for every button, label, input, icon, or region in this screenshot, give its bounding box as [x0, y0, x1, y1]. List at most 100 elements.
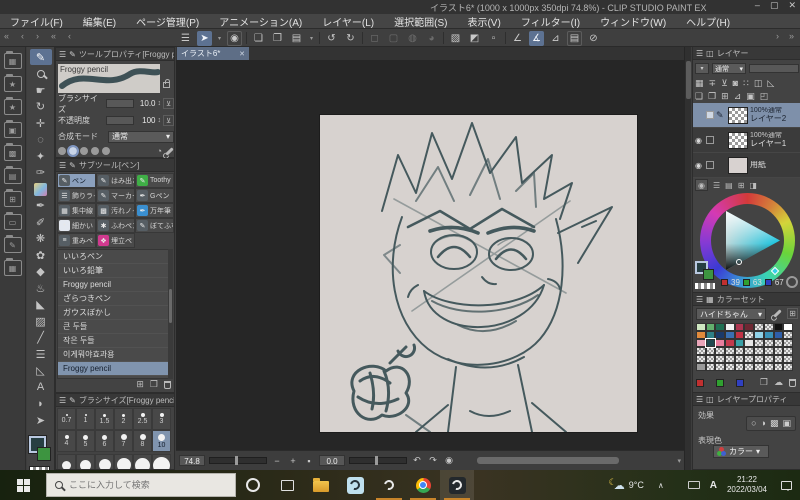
brush-tip-swatch[interactable] [102, 147, 110, 155]
delete-swatch-icon[interactable] [789, 378, 796, 387]
brush-size-cell[interactable]: 6 [95, 430, 114, 452]
color-set-tab[interactable]: カラーセット [717, 294, 765, 305]
vertical-scrollbar[interactable] [684, 47, 691, 470]
toolbar-icon[interactable] [443, 32, 444, 44]
brush-size-cell[interactable] [76, 454, 95, 469]
transparent-color-swatch[interactable] [695, 283, 715, 289]
color-swatch[interactable] [744, 339, 755, 347]
tool-icon[interactable]: ◺ [30, 363, 52, 379]
toolbar-icon[interactable]: ◍ [405, 31, 420, 46]
color-swatch[interactable] [696, 363, 706, 371]
sub-tool-tile[interactable]: ▩ 汚れノイ [96, 203, 135, 218]
start-button[interactable] [0, 470, 46, 500]
sub-tool-list-item[interactable]: いいろ鉛筆 [58, 264, 168, 278]
color-swatch[interactable] [773, 323, 784, 331]
menu-item[interactable]: レイヤー(L) [312, 14, 384, 29]
close-button[interactable]: ✕ [788, 0, 796, 11]
brush-size-cell[interactable]: 4 [57, 430, 76, 452]
tool-icon[interactable]: ✿ [30, 247, 52, 263]
dock-arrow-icon[interactable]: « [51, 31, 56, 41]
layer-blend-dropdown[interactable]: 通常 ▾ [712, 63, 746, 74]
sub-tool-scrollbar[interactable] [168, 249, 173, 379]
tab-close-icon[interactable]: ✕ [239, 50, 245, 58]
sub-tool-list-item[interactable]: いいろペン [58, 250, 168, 264]
toolbar-icon[interactable]: ▢ [386, 31, 401, 46]
color-swatch[interactable] [725, 363, 735, 371]
color-swatch[interactable] [705, 331, 716, 339]
sub-tool-tile[interactable]: ✒ 万年筆 [135, 203, 174, 218]
layer-toolbar-icon[interactable]: ◙ [733, 78, 738, 88]
canvas-document[interactable] [320, 115, 637, 433]
layer-toolbar-icon[interactable]: ∓ [709, 78, 717, 89]
stepper-icon[interactable]: ↕ [158, 100, 162, 107]
tool-icon[interactable]: ◆ [30, 264, 52, 280]
brush-tip-swatch[interactable] [80, 147, 88, 155]
sub-tool-list-item[interactable]: 이게뭐야효과용 [58, 348, 168, 362]
color-swatch[interactable] [763, 355, 774, 363]
layer-toolbar-icon[interactable]: ▦ [695, 78, 704, 89]
color-panel-tab-icon[interactable]: ◨ [749, 181, 757, 190]
notification-icon[interactable] [781, 480, 792, 491]
tool-icon[interactable] [30, 66, 52, 82]
visibility-eye-icon[interactable]: ◉ [695, 161, 704, 170]
dynamics-button[interactable]: ⊻ [163, 98, 174, 109]
registered-green-swatch[interactable] [716, 378, 724, 387]
toolbar-icon[interactable]: ∡ [529, 30, 544, 46]
menu-item[interactable]: 選択範囲(S) [384, 14, 457, 29]
layer-toolbar-icon[interactable]: ◰ [760, 91, 769, 102]
color-swatch[interactable] [763, 339, 774, 347]
layer-toolbar-icon[interactable]: ∷ [743, 78, 749, 89]
sub-tool-tile[interactable]: ✎ マーカー [96, 188, 135, 203]
brush-size-cell[interactable]: 2 [114, 408, 133, 430]
duplicate-sub-tool-icon[interactable]: ❐ [150, 379, 158, 390]
rotation-slider[interactable] [349, 456, 407, 465]
search-input[interactable] [69, 480, 209, 490]
color-swatch[interactable] [715, 323, 726, 331]
sub-tool-tile[interactable]: ✎ Toothy [135, 173, 174, 188]
color-swatch[interactable] [783, 347, 793, 355]
color-swatch[interactable] [705, 347, 716, 355]
panel-menu-icon[interactable]: ☰ [696, 49, 703, 58]
toolbar-icon[interactable] [319, 32, 320, 44]
dock-arrow-icon[interactable]: › [36, 31, 39, 41]
color-swatch[interactable] [725, 323, 735, 331]
color-swatch[interactable] [696, 323, 706, 331]
canvas-tab[interactable]: イラスト6* ✕ [177, 47, 249, 60]
layer-checkbox[interactable] [706, 136, 714, 144]
chrome-button[interactable] [406, 470, 440, 500]
rotation-value[interactable]: 0.0 [319, 455, 345, 466]
color-swatch[interactable] [734, 363, 745, 371]
color-swatch[interactable] [715, 339, 726, 347]
color-swatch[interactable] [696, 355, 706, 363]
toolbar-icon[interactable]: ▧ [448, 31, 463, 46]
toolbar-icon[interactable]: ◕ [424, 31, 439, 46]
tool-icon[interactable]: ↻ [30, 99, 52, 115]
layer-tab[interactable]: レイヤー [717, 48, 749, 59]
sub-tool-tile[interactable]: ❖ 埋立ペ [96, 233, 135, 248]
material-folder-icon[interactable]: ★ [3, 74, 22, 92]
toolbar-icon[interactable]: ◉ [227, 30, 242, 46]
cloud-icon[interactable]: ☁ [774, 377, 783, 388]
clip-studio-paint-button[interactable] [440, 470, 474, 500]
color-swatch[interactable] [773, 339, 784, 347]
color-swatch[interactable] [754, 347, 764, 355]
dock-arrow-icon[interactable]: ‹ [68, 31, 71, 41]
toolbar-icon[interactable] [505, 32, 506, 44]
color-swatch[interactable] [715, 331, 726, 339]
color-swatch[interactable] [705, 355, 716, 363]
tool-icon[interactable]: ◗ [30, 396, 52, 412]
toolbar-icon[interactable] [246, 32, 247, 44]
material-folder-icon[interactable]: ▦ [3, 258, 22, 276]
panel-menu-icon[interactable]: ☰ [59, 396, 66, 405]
weather-widget[interactable]: ☾ ☁ 9°C [609, 477, 644, 492]
color-swatch[interactable] [744, 331, 755, 339]
color-swatch[interactable] [715, 355, 726, 363]
layer-row[interactable]: ◉ ✎ 100%通常 レイヤー1 [693, 128, 800, 153]
menu-item[interactable]: ヘルプ(H) [676, 14, 740, 29]
blend-mode-dropdown[interactable]: 通常 ▾ [108, 130, 174, 143]
tool-icon[interactable]: ✎ [29, 49, 52, 65]
color-swatch[interactable] [725, 347, 735, 355]
palette-color-dropdown[interactable]: ▾ [695, 63, 709, 74]
touch-keyboard-icon[interactable] [687, 481, 700, 489]
sv-marker[interactable] [736, 259, 742, 265]
